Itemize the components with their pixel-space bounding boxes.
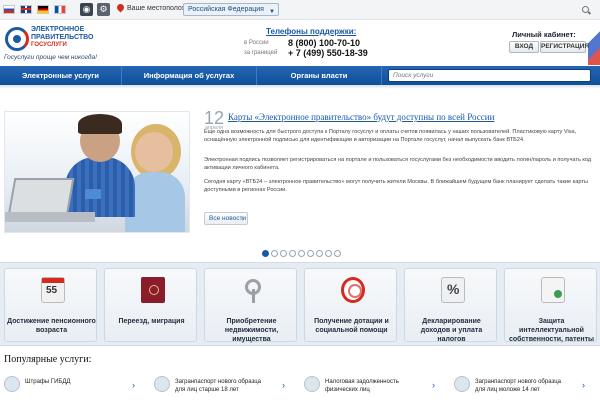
popular-service-line-2: физических лиц <box>325 386 370 393</box>
news-photo[interactable] <box>4 111 190 233</box>
passport-icon <box>454 376 470 392</box>
category-label: Декларирование доходов и уплата налогов <box>420 318 483 343</box>
ru-flag-icon[interactable] <box>3 5 15 14</box>
category-label: Переезд, миграция <box>118 318 185 325</box>
slider-dot[interactable] <box>325 250 332 257</box>
utility-bar: ◉ ⚙ Ваше местоположение: Российская Феде… <box>0 0 600 20</box>
category-label: Приобретение недвижимости, имущества <box>224 318 279 343</box>
slider-dot[interactable] <box>280 250 287 257</box>
support-title[interactable]: Телефоны поддержки: <box>266 27 356 36</box>
location-select[interactable]: Российская Федерация ▼ <box>183 3 279 16</box>
nav-item-service-info[interactable]: Информация об услугах <box>122 66 257 85</box>
slider-dot[interactable] <box>334 250 341 257</box>
photo-laptop <box>7 178 75 216</box>
photo-man <box>65 157 135 217</box>
all-news-button[interactable]: Все новости <box>204 212 248 225</box>
slider-dot[interactable] <box>289 250 296 257</box>
slider-dot[interactable] <box>271 250 278 257</box>
news-paragraph-2: Электронная подпись позволяет регистриро… <box>204 157 592 172</box>
popular-service-line-1: Налоговая задолженность <box>325 379 399 385</box>
popular-service-item[interactable]: Налоговая задолженность физических лиц › <box>304 376 446 398</box>
category-tile[interactable]: Приобретение недвижимости, имущества <box>204 268 297 343</box>
popular-service-item[interactable]: Штрафы ГИБДД › <box>4 376 146 398</box>
phone-ru: 8 (800) 100-70-10 <box>288 38 361 48</box>
tagline: Госуслуги проще чем никогда! <box>4 54 97 61</box>
login-button[interactable]: ВХОД <box>509 41 539 53</box>
fr-flag-icon[interactable] <box>54 5 66 14</box>
keys-icon <box>241 277 265 303</box>
passport-icon <box>141 277 165 303</box>
news-paragraph-3: Сегодня карту «ВТБ24 – электронное прави… <box>204 179 588 194</box>
cabinet-title: Личный кабинет: <box>512 30 576 39</box>
popular-service-line-1: Загранпаспорт нового образца <box>475 379 562 385</box>
category-tile[interactable]: Переезд, миграция <box>104 268 197 342</box>
location-value: Российская Федерация <box>188 6 264 13</box>
category-tile[interactable]: Защита интеллектуальной собственности, п… <box>504 268 597 343</box>
slider-dot[interactable] <box>316 250 323 257</box>
category-label: Защита интеллектуальной собственности, п… <box>508 318 595 343</box>
tax-icon <box>304 376 320 392</box>
nav-shadow <box>0 85 600 89</box>
main-nav: Электронные услуги Информация об услугах… <box>0 66 600 85</box>
settings-icon[interactable]: ⚙ <box>97 3 110 16</box>
logo-line-2: ПРАВИТЕЛЬСТВО <box>31 34 94 41</box>
popular-service-label: Налоговая задолженность физических лиц <box>325 379 399 394</box>
chevron-right-icon[interactable]: › <box>582 380 585 390</box>
news-paragraph-1: Еще одна возможность для быстрого доступ… <box>204 129 577 144</box>
popular-service-line-1: Загранпаспорт нового образца <box>175 379 262 385</box>
category-tile[interactable]: Достижение пенсионного возраста <box>4 268 97 342</box>
percent-icon <box>441 277 465 303</box>
news-title[interactable]: Карты «Электронное правительство» будут … <box>228 112 494 122</box>
slider-dot[interactable] <box>298 250 305 257</box>
category-tile[interactable]: Получение дотации и социальной помощи <box>304 268 397 342</box>
russia-flag-decoration <box>588 27 600 65</box>
nav-item-e-services[interactable]: Электронные услуги <box>0 66 122 85</box>
traffic-light-icon <box>4 376 20 392</box>
certificate-icon <box>541 277 565 303</box>
phone-abroad-label: за границей <box>244 50 278 56</box>
photo-bank-card <box>85 189 101 199</box>
phone-abroad-row: за границей + 7 (499) 550-18-39 <box>244 48 368 58</box>
calendar-icon <box>41 277 65 303</box>
chevron-right-icon[interactable]: › <box>282 380 285 390</box>
category-tile[interactable]: Декларирование доходов и уплата налогов <box>404 268 497 343</box>
passport-icon <box>154 376 170 392</box>
popular-service-label: Загранпаспорт нового образца для лиц моло… <box>475 379 561 394</box>
photo-laptop-base <box>5 212 95 222</box>
logo-text[interactable]: ЭЛЕКТРОННОЕ ПРАВИТЕЛЬСТВО <box>31 26 121 42</box>
chevron-down-icon: ▼ <box>269 9 275 15</box>
chevron-right-icon[interactable]: › <box>132 380 135 390</box>
chevron-right-icon[interactable]: › <box>432 380 435 390</box>
lifebuoy-icon <box>341 277 365 303</box>
slider-dot[interactable] <box>307 250 314 257</box>
slider-dot[interactable] <box>262 250 269 257</box>
category-label: Достижение пенсионного возраста <box>7 318 96 334</box>
search-icon[interactable] <box>582 6 589 13</box>
popular-service-line-1: Штрафы ГИБДД <box>25 379 71 385</box>
phone-abroad: + 7 (499) 550-18-39 <box>288 48 368 58</box>
popular-service-item[interactable]: Загранпаспорт нового образца для лиц моло… <box>454 376 596 398</box>
logo-line-1: ЭЛЕКТРОННОЕ <box>31 26 85 33</box>
logo-line-3: ГОСУСЛУГИ <box>31 42 67 48</box>
register-button[interactable]: РЕГИСТРАЦИЯ <box>540 41 589 53</box>
photo-man-hair <box>78 114 122 134</box>
gosuslugi-logo-icon[interactable] <box>5 27 29 51</box>
category-label: Получение дотации и социальной помощи <box>314 318 389 334</box>
portal-page: ◉ ⚙ Ваше местоположение: Российская Феде… <box>0 0 600 400</box>
accessibility-eye-icon[interactable]: ◉ <box>80 3 93 16</box>
popular-service-label: Штрафы ГИБДД <box>25 379 70 387</box>
en-flag-icon[interactable] <box>20 5 32 14</box>
popular-service-item[interactable]: Загранпаспорт нового образца для лиц стар… <box>154 376 296 398</box>
popular-service-label: Загранпаспорт нового образца для лиц стар… <box>175 379 261 394</box>
phone-ru-label: в России <box>244 40 269 46</box>
search-input[interactable] <box>388 69 591 82</box>
popular-service-line-2: для лиц моложе 14 лет <box>475 386 540 393</box>
location-pin-icon <box>115 2 126 13</box>
popular-services-title: Популярные услуги: <box>4 354 92 365</box>
photo-woman-face <box>135 132 173 172</box>
nav-item-authorities[interactable]: Органы власти <box>257 66 382 85</box>
de-flag-icon[interactable] <box>37 5 49 14</box>
phone-ru-row: в России 8 (800) 100-70-10 <box>244 38 360 48</box>
popular-service-line-2: для лиц старше 18 лет <box>175 386 239 393</box>
